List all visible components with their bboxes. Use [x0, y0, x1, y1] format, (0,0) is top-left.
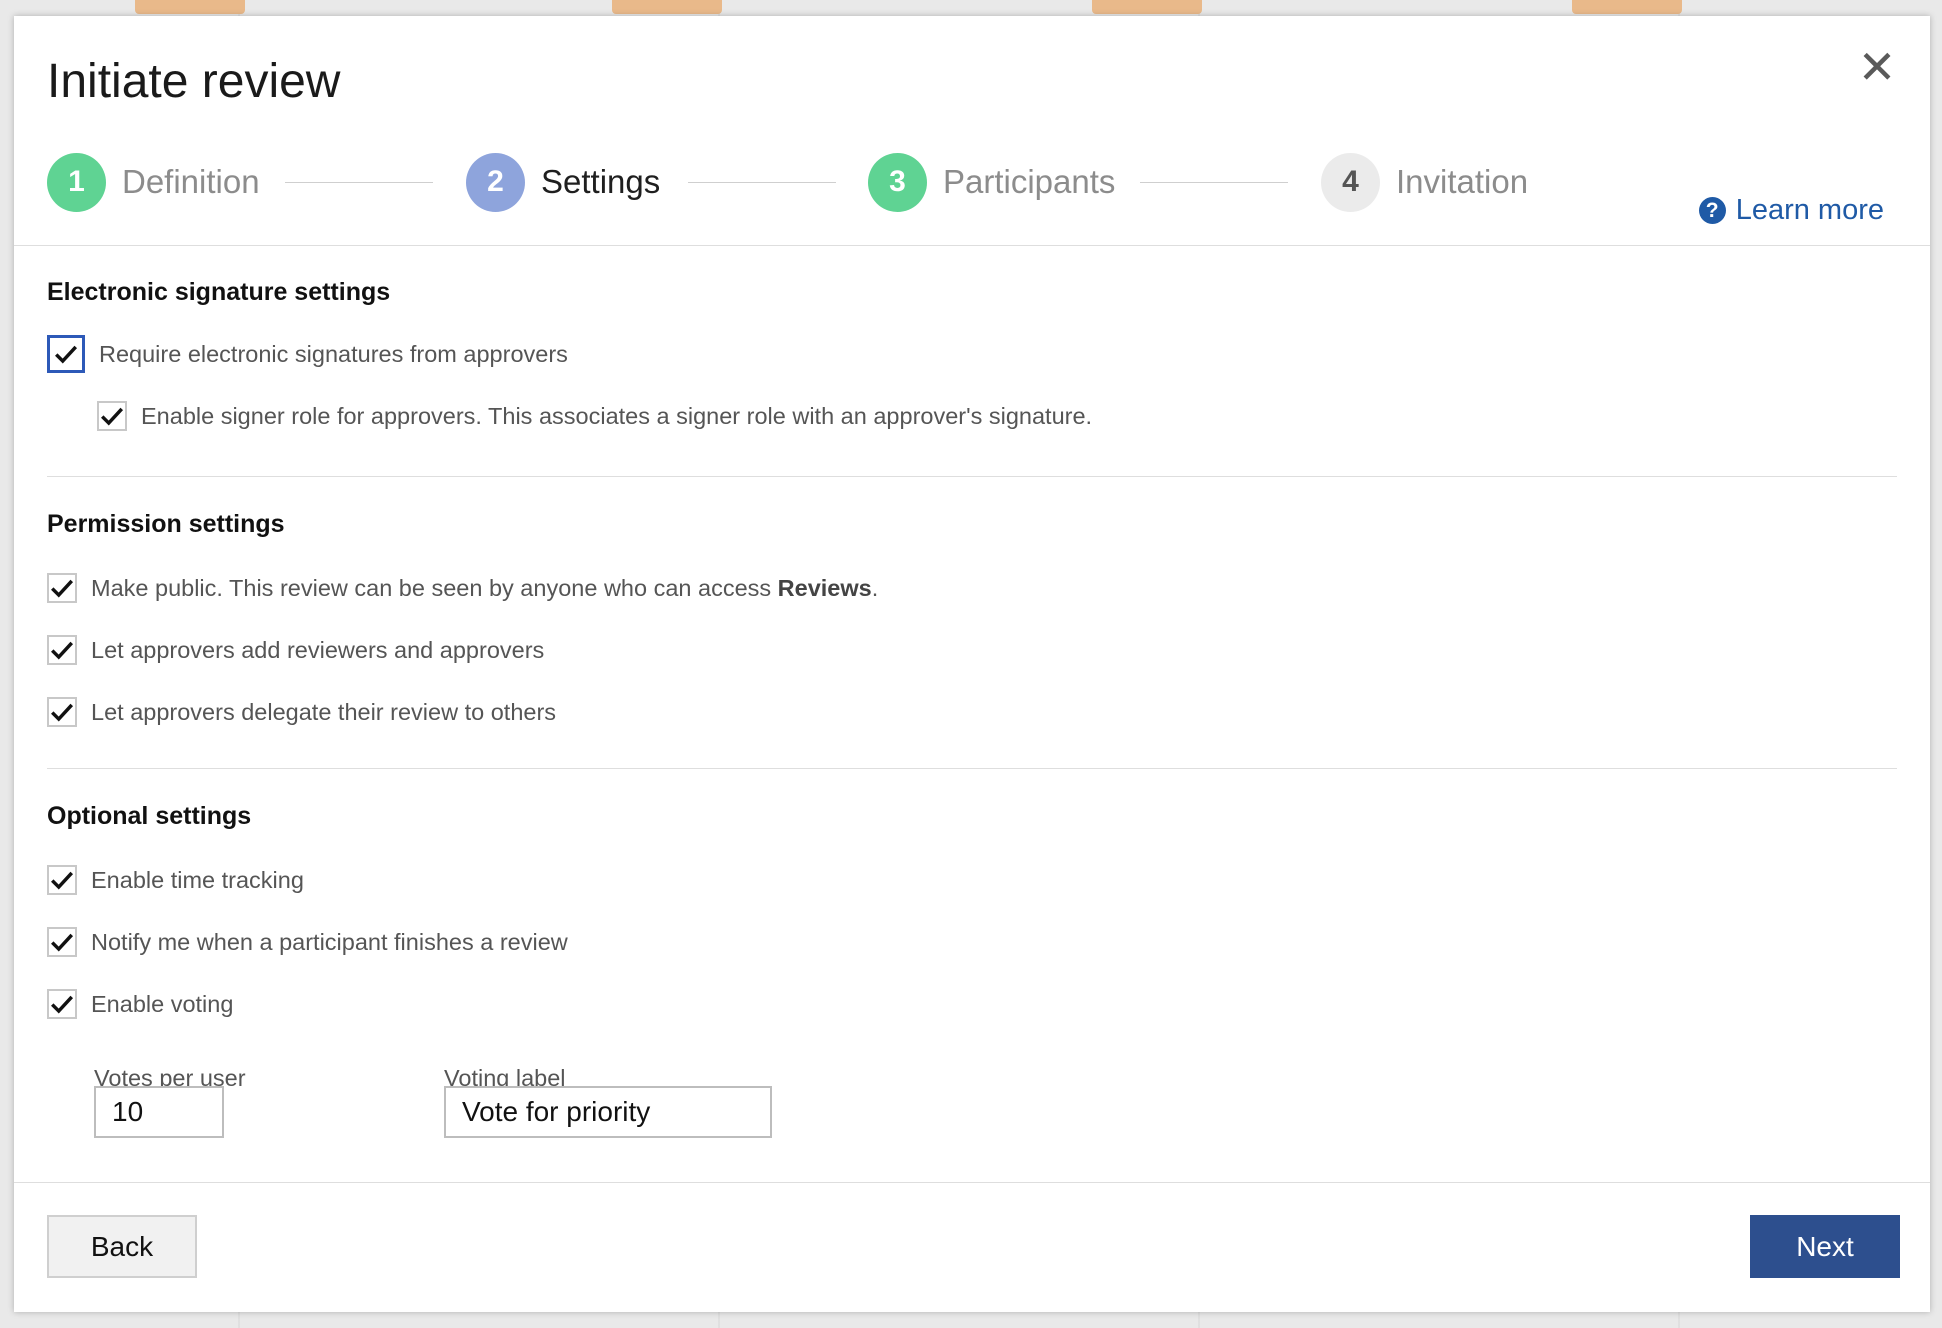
step-label: Participants — [943, 163, 1116, 200]
section-divider — [47, 768, 1897, 769]
header-divider — [14, 245, 1930, 246]
learn-more-label: Learn more — [1735, 194, 1884, 226]
step-label: Invitation — [1396, 163, 1529, 200]
checkmark-icon — [51, 871, 74, 890]
background-tab — [1092, 0, 1202, 14]
make-public-label: Make public. This review can be seen by … — [91, 574, 879, 601]
delegate-option[interactable]: Let approvers delegate their review to o… — [47, 692, 556, 732]
signer-role-option[interactable]: Enable signer role for approvers. This a… — [97, 396, 1092, 436]
checkmark-icon — [51, 641, 74, 660]
voting-label-text: Enable voting — [91, 990, 234, 1017]
background-tab — [612, 0, 722, 14]
time-tracking-option[interactable]: Enable time tracking — [47, 860, 304, 900]
step-participants[interactable]: 3 Participants — [868, 152, 1115, 212]
initiate-review-dialog: Initiate review ✕ 1 Definition 2 Setting… — [14, 16, 1930, 1312]
permission-section-title: Permission settings — [47, 510, 285, 538]
notify-option[interactable]: Notify me when a participant finishes a … — [47, 922, 568, 962]
require-esig-option[interactable]: Require electronic signatures from appro… — [47, 334, 568, 374]
optional-section-title: Optional settings — [47, 802, 252, 830]
close-icon[interactable]: ✕ — [1854, 44, 1900, 90]
step-label: Settings — [541, 163, 661, 200]
add-reviewers-option[interactable]: Let approvers add reviewers and approver… — [47, 630, 544, 670]
step-label: Definition — [122, 163, 260, 200]
dialog-title: Initiate review — [47, 55, 341, 108]
next-button[interactable]: Next — [1750, 1215, 1900, 1278]
voting-checkbox[interactable] — [47, 989, 77, 1019]
step-connector — [688, 182, 836, 183]
require-esig-label: Require electronic signatures from appro… — [99, 340, 568, 367]
delegate-label: Let approvers delegate their review to o… — [91, 698, 557, 725]
time-tracking-label: Enable time tracking — [91, 866, 304, 893]
make-public-checkbox[interactable] — [47, 573, 77, 603]
step-invitation[interactable]: 4 Invitation — [1321, 152, 1528, 212]
step-definition[interactable]: 1 Definition — [47, 152, 260, 212]
time-tracking-checkbox[interactable] — [47, 865, 77, 895]
checkmark-icon — [101, 407, 124, 426]
step-connector — [1140, 182, 1288, 183]
delegate-checkbox[interactable] — [47, 697, 77, 727]
add-reviewers-label: Let approvers add reviewers and approver… — [91, 636, 545, 663]
signer-role-checkbox[interactable] — [97, 401, 127, 431]
voting-option[interactable]: Enable voting — [47, 984, 233, 1024]
back-button[interactable]: Back — [47, 1215, 197, 1278]
help-icon: ? — [1698, 197, 1726, 224]
signer-role-label: Enable signer role for approvers. This a… — [141, 402, 1093, 429]
make-public-option[interactable]: Make public. This review can be seen by … — [47, 568, 878, 608]
checkmark-icon — [51, 995, 74, 1014]
footer-divider — [14, 1182, 1930, 1183]
checkmark-icon — [51, 703, 74, 722]
background-tab — [1572, 0, 1682, 14]
wizard-stepper: 1 Definition 2 Settings 3 Participants 4… — [47, 152, 1647, 212]
voting-label-input[interactable] — [444, 1086, 772, 1138]
notify-label: Notify me when a participant finishes a … — [91, 928, 568, 955]
add-reviewers-checkbox[interactable] — [47, 635, 77, 665]
step-number-badge: 2 — [466, 152, 525, 212]
step-number-badge: 3 — [868, 152, 927, 212]
notify-checkbox[interactable] — [47, 927, 77, 957]
step-number-badge: 1 — [47, 152, 106, 212]
learn-more-link[interactable]: ? Learn more — [1698, 194, 1884, 227]
step-connector — [285, 182, 433, 183]
votes-per-user-input[interactable] — [94, 1086, 224, 1138]
checkmark-icon — [51, 579, 74, 598]
reviews-bold-text: Reviews — [777, 574, 872, 601]
esig-section-title: Electronic signature settings — [47, 278, 391, 306]
step-number-badge: 4 — [1321, 152, 1380, 212]
background-tab — [135, 0, 245, 14]
step-settings[interactable]: 2 Settings — [466, 152, 660, 212]
section-divider — [47, 476, 1897, 477]
checkmark-icon — [51, 933, 74, 952]
require-esig-checkbox[interactable] — [47, 335, 85, 373]
checkmark-icon — [55, 345, 78, 364]
